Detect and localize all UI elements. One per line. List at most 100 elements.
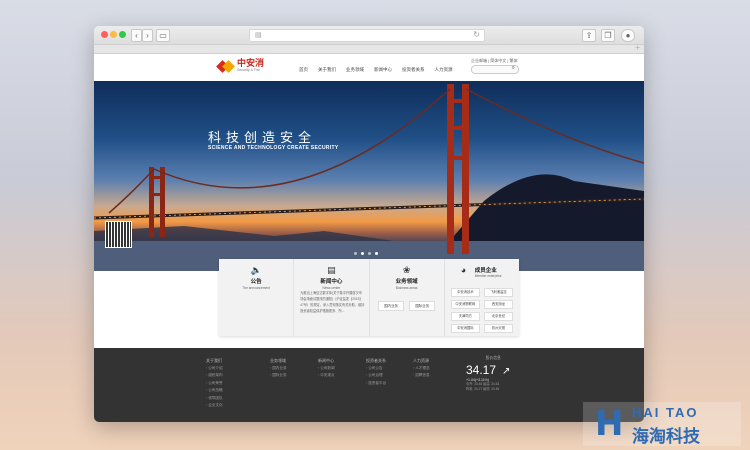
footer-col-hr: 人力资源 人才理念 招聘信息 bbox=[413, 357, 430, 380]
golden-gate-bridge-image bbox=[94, 84, 644, 271]
forward-button[interactable]: › bbox=[142, 29, 153, 42]
share-button[interactable]: ⇪ bbox=[582, 29, 596, 42]
panel-subtitle: The announcement bbox=[242, 286, 270, 290]
footer-link[interactable]: 中安观点 bbox=[318, 372, 334, 380]
carousel-dot[interactable] bbox=[361, 252, 364, 255]
news-excerpt[interactable]: 为推出上海信达数字体(关于集中开展首次市场会场面请整改的通知)（沪证监发【201… bbox=[300, 290, 364, 314]
panel-title: 公告 bbox=[250, 279, 262, 285]
footer-heading[interactable]: 业务领域 bbox=[270, 357, 287, 365]
footer-link[interactable]: 国内业务 bbox=[270, 365, 286, 373]
footer-heading[interactable]: 新闻中心 bbox=[318, 357, 335, 365]
footer-col-about: 关于我们 公司介绍 组织架构 公司荣誉 公司战略 领导团队 企业文化 bbox=[206, 357, 223, 410]
group-icon: ❀ bbox=[402, 265, 411, 275]
footer-heading[interactable]: 关于我们 bbox=[206, 357, 223, 365]
member-link[interactable]: 西安旭龙 bbox=[483, 300, 513, 309]
carousel-dots bbox=[354, 252, 378, 255]
footer-col-investors: 投资者关系 公司公告 公司治理 投资者平台 bbox=[366, 357, 386, 387]
footer-link[interactable]: 公司战略 bbox=[206, 387, 222, 395]
footer-link[interactable]: 人才理念 bbox=[413, 365, 429, 373]
footer-link[interactable]: 领导团队 bbox=[206, 395, 222, 403]
footer-heading[interactable]: 投资者关系 bbox=[366, 357, 386, 365]
member-link[interactable]: 北京世纪 bbox=[483, 312, 513, 321]
member-link[interactable]: 中安消物联网 bbox=[450, 300, 480, 309]
reload-icon[interactable]: ↻ bbox=[473, 30, 480, 39]
panel-title: 成员企业 bbox=[474, 268, 497, 274]
business-panel[interactable]: ❀ 业务领域 Business areas 国内业务 国际业务 bbox=[370, 259, 445, 336]
stock-price: 34.17 bbox=[466, 363, 497, 377]
close-window-button[interactable] bbox=[101, 31, 108, 38]
announcement-panel[interactable]: 🔈 公告 The announcement bbox=[219, 259, 295, 336]
member-link[interactable]: 天津同方 bbox=[450, 312, 480, 321]
panel-subtitle: Member enterprise bbox=[474, 274, 502, 278]
minimize-window-button[interactable] bbox=[110, 31, 117, 38]
speaker-icon: 🔈 bbox=[250, 265, 262, 275]
footer-col-business: 业务领域 国内业务 国际业务 bbox=[270, 357, 287, 380]
nav-item-investors[interactable]: 投资者关系 bbox=[402, 67, 425, 73]
logo-en-text: Security & Fire bbox=[237, 68, 260, 72]
footer-link[interactable]: 公司治理 bbox=[366, 372, 386, 380]
watermark-en: HAI TAO bbox=[632, 405, 699, 420]
stock-widget: 股价信息 34.17 ↗ +1.04(+3.11%) 今开: 33.48 最高: … bbox=[466, 356, 510, 392]
sidebar-toggle-button[interactable]: ▭ bbox=[156, 29, 170, 42]
carousel-dot[interactable] bbox=[375, 252, 378, 255]
browser-window: ‹ › ▭ ▤ ↻ ⇪ ❐ ● + 中安消 Security & Fire 首页… bbox=[94, 26, 644, 422]
hero-subtitle: SCIENCE AND TECHNOLOGY CREATE SECURITY bbox=[208, 145, 339, 151]
logo-mark-icon bbox=[216, 59, 235, 73]
extension-button[interactable]: ● bbox=[621, 29, 635, 42]
nav-item-news[interactable]: 新闻中心 bbox=[374, 67, 392, 73]
footer-link[interactable]: 国际业务 bbox=[270, 372, 286, 380]
info-panels: 🔈 公告 The announcement ▤ 新闻中心 News center… bbox=[219, 259, 519, 336]
nav-item-hr[interactable]: 人力资源 bbox=[435, 67, 453, 73]
footer-link[interactable]: 公司介绍 bbox=[206, 365, 222, 373]
qr-code-image bbox=[105, 221, 132, 248]
tab-strip: + bbox=[94, 43, 644, 54]
domestic-business-button[interactable]: 国内业务 bbox=[378, 301, 405, 311]
back-button[interactable]: ‹ bbox=[131, 29, 142, 42]
footer-link[interactable]: 组织架构 bbox=[206, 372, 222, 380]
carousel-dot[interactable] bbox=[368, 252, 371, 255]
address-bar[interactable]: ▤ ↻ bbox=[249, 29, 485, 42]
footer-link[interactable]: 投资者平台 bbox=[366, 380, 386, 388]
footer-heading[interactable]: 人力资源 bbox=[413, 357, 430, 365]
top-links[interactable]: 企业邮箱 | 简体中文 | 繁体 bbox=[471, 58, 518, 64]
nav-item-about[interactable]: 关于我们 bbox=[318, 67, 336, 73]
panel-title: 业务领域 bbox=[395, 279, 418, 285]
logo-cn-text: 中安消 bbox=[237, 58, 265, 68]
stock-label: 股价信息 bbox=[485, 356, 501, 360]
member-link[interactable]: 杭州天视 bbox=[483, 324, 513, 333]
site-logo[interactable]: 中安消 Security & Fire bbox=[216, 58, 265, 73]
browser-toolbar: ‹ › ▭ ▤ ↻ ⇪ ❐ ● bbox=[94, 26, 644, 45]
main-nav: 首页 关于我们 业务领域 新闻中心 投资者关系 人力资源 bbox=[299, 67, 453, 73]
watermark-cn: 海淘科技 bbox=[632, 427, 700, 446]
document-icon: ▤ bbox=[255, 32, 262, 39]
watermark-logo: H HAI TAO 海淘科技 bbox=[583, 402, 741, 446]
footer-link[interactable]: 公司公告 bbox=[366, 365, 386, 373]
carousel-dot[interactable] bbox=[354, 252, 357, 255]
news-panel[interactable]: ▤ 新闻中心 News center 为推出上海信达数字体(关于集中开展首次市场… bbox=[294, 259, 370, 336]
search-icon[interactable]: ⌕ bbox=[512, 65, 515, 72]
watermark-letter: H bbox=[595, 404, 624, 444]
nav-item-business[interactable]: 业务领域 bbox=[346, 67, 364, 73]
footer-link[interactable]: 公司新闻 bbox=[318, 365, 334, 373]
international-business-button[interactable]: 国际业务 bbox=[409, 301, 436, 311]
member-link[interactable]: 中安消国际 bbox=[450, 324, 480, 333]
panel-title: 新闻中心 bbox=[320, 279, 343, 285]
new-tab-button[interactable]: + bbox=[635, 43, 640, 52]
hero-banner: 科技创造安全 SCIENCE AND TECHNOLOGY CREATE SEC… bbox=[94, 81, 644, 271]
footer-link[interactable]: 招聘信息 bbox=[413, 372, 429, 380]
tabs-overview-button[interactable]: ❐ bbox=[601, 29, 615, 42]
stock-row: 昨收: 34.27 最低: 33.48 bbox=[466, 387, 500, 391]
site-header: 中安消 Security & Fire 首页 关于我们 业务领域 新闻中心 投资… bbox=[94, 54, 644, 82]
footer-col-news: 新闻中心 公司新闻 中安观点 bbox=[318, 357, 335, 380]
document-icon: ▤ bbox=[327, 265, 336, 275]
search-input[interactable]: ⌕ bbox=[471, 65, 519, 74]
hero-title: 科技创造安全 bbox=[208, 130, 317, 145]
panel-subtitle: Business areas bbox=[395, 286, 418, 290]
members-panel[interactable]: ◕ 成员企业 Member enterprise 中安消技术 飞利浦监控 中安消… bbox=[445, 259, 519, 336]
footer-link[interactable]: 公司荣誉 bbox=[206, 380, 222, 388]
member-link[interactable]: 中安消技术 bbox=[450, 288, 480, 297]
footer-link[interactable]: 企业文化 bbox=[206, 402, 222, 410]
zoom-window-button[interactable] bbox=[119, 31, 126, 38]
member-link[interactable]: 飞利浦监控 bbox=[483, 288, 513, 297]
nav-item-home[interactable]: 首页 bbox=[299, 67, 308, 73]
